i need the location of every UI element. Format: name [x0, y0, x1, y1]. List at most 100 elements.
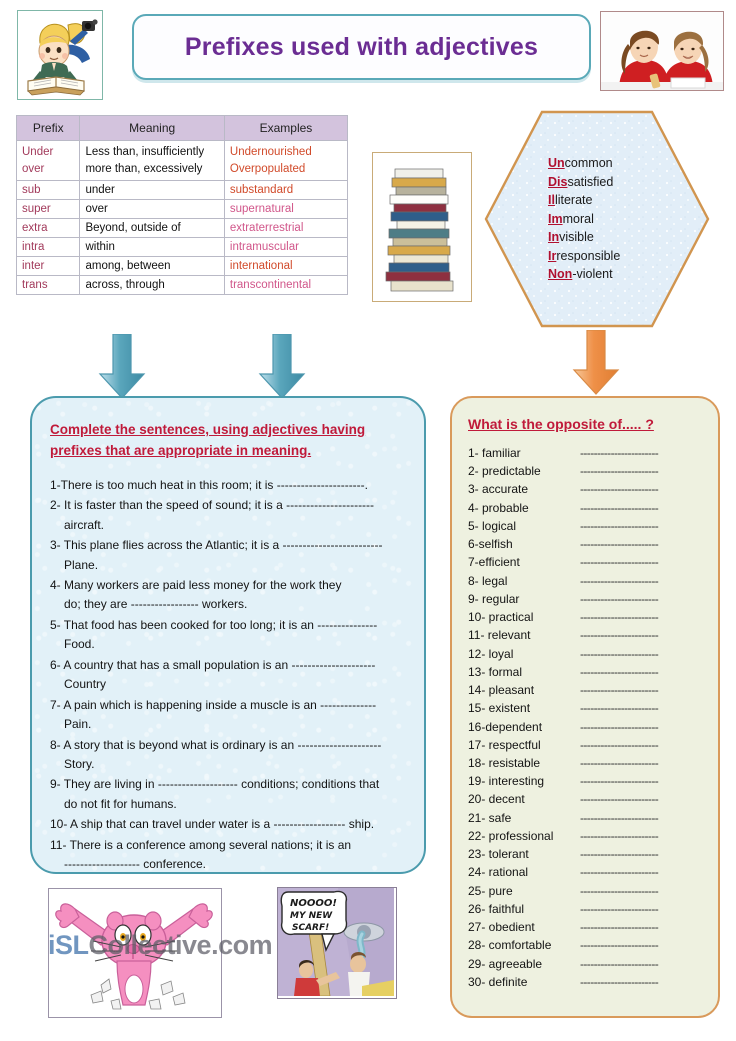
answer-blank[interactable]: ----------------------- — [580, 480, 659, 498]
answer-blank[interactable]: ----------------------- — [580, 754, 659, 772]
page-title-box: Prefixes used with adjectives — [132, 14, 591, 80]
column-header-prefix: Prefix — [15, 115, 81, 141]
page-title: Prefixes used with adjectives — [184, 32, 539, 61]
list-item: 19- interesting ----------------------- — [468, 772, 706, 790]
list-item: 20- decent ----------------------- — [468, 790, 706, 808]
table-header-row: Prefix Meaning Examples — [15, 115, 349, 141]
answer-blank[interactable]: ----------------------- — [580, 936, 659, 954]
answer-blank[interactable]: ----------------------- — [580, 517, 659, 535]
table-row: super over supernatural — [15, 199, 349, 220]
answer-blank[interactable]: ----------------------- — [580, 718, 659, 736]
girl-reading-image-frame — [17, 10, 103, 100]
list-item: 2- predictable ----------------------- — [468, 462, 706, 480]
svg-text:SCARF!: SCARF! — [292, 923, 329, 933]
opposites-panel: What is the opposite of..... ? 1- famili… — [450, 396, 720, 1018]
answer-blank[interactable]: ----------------------- — [580, 499, 659, 517]
answer-blank[interactable]: ----------------------- — [580, 900, 659, 918]
answer-blank[interactable]: ----------------------- — [580, 973, 659, 991]
column-header-examples: Examples — [223, 115, 349, 141]
answer-blank[interactable]: ----------------------- — [580, 790, 659, 808]
list-item: 26- faithful ----------------------- — [468, 900, 706, 918]
complete-sentences-panel: Complete the sentences, using adjectives… — [30, 396, 426, 874]
cell-example: international — [223, 256, 349, 277]
pink-panther-image-frame — [48, 888, 222, 1018]
two-girls-studying-photo — [601, 12, 723, 90]
svg-text:NOOOO!: NOOOO! — [290, 898, 337, 909]
cell-meaning: within — [79, 237, 225, 258]
page-header: Prefixes used with adjectives — [0, 0, 736, 100]
stack-of-books-icon — [373, 153, 469, 299]
list-item: 13- formal ----------------------- — [468, 663, 706, 681]
list-item: 12- loyal ----------------------- — [468, 645, 706, 663]
list-item: 3- This plane flies across the Atlantic;… — [50, 538, 383, 572]
answer-blank[interactable]: ----------------------- — [580, 863, 659, 881]
list-item: 30- definite ----------------------- — [468, 973, 706, 991]
list-item: Irresponsible — [548, 248, 621, 263]
answer-blank[interactable]: ----------------------- — [580, 809, 659, 827]
cell-prefix: trans — [15, 275, 81, 296]
list-item: 4- Many workers are paid less money for … — [50, 578, 342, 612]
blue-down-arrow-icon — [258, 334, 306, 399]
answer-blank[interactable]: ----------------------- — [580, 845, 659, 863]
answer-blank[interactable]: ----------------------- — [580, 736, 659, 754]
table-row: inter among, between international — [15, 256, 349, 277]
table-row: intra within intramuscular — [15, 237, 349, 258]
cell-example: extraterrestrial — [223, 218, 349, 239]
list-item: 4- probable ----------------------- — [468, 499, 706, 517]
cell-prefix: Under over — [15, 139, 81, 182]
cell-prefix: super — [15, 199, 81, 220]
answer-blank[interactable]: ----------------------- — [580, 827, 659, 845]
list-item: 3- accurate ----------------------- — [468, 480, 706, 498]
opposites-heading: What is the opposite of..... ? — [468, 416, 654, 432]
answer-blank[interactable]: ----------------------- — [580, 882, 659, 900]
table-row: extra Beyond, outside of extraterrestria… — [15, 218, 349, 239]
answer-blank[interactable]: ----------------------- — [580, 444, 659, 462]
table-row: Under over Less than, insufficiently mor… — [15, 139, 349, 182]
list-item: 25- pure ----------------------- — [468, 882, 706, 900]
list-item: 9- regular ----------------------- — [468, 590, 706, 608]
answer-blank[interactable]: ----------------------- — [580, 663, 659, 681]
list-item: 11- There is a conference among several … — [50, 837, 352, 872]
list-item: 7- A pain which is happening inside a mu… — [50, 697, 377, 732]
answer-blank[interactable]: ----------------------- — [580, 553, 659, 571]
answer-blank[interactable]: ----------------------- — [580, 918, 659, 936]
prefix-table-container: Prefix Meaning Examples Under over Less … — [15, 115, 349, 296]
list-item: 9- They are living in ------------------… — [50, 777, 380, 811]
list-item: 22- professional ----------------------- — [468, 827, 706, 845]
cell-meaning: across, through — [79, 275, 225, 296]
cell-example: Undernourished Overpopulated — [223, 139, 349, 182]
cell-prefix: intra — [15, 237, 81, 258]
noooo-my-new-scarf-cartoon-icon: NOOOO! MY NEW SCARF! — [278, 888, 394, 997]
column-header-meaning: Meaning — [79, 115, 225, 141]
list-item: 6- A country that has a small population… — [50, 657, 376, 692]
cell-example: supernatural — [223, 199, 349, 220]
list-item: 17- respectful ----------------------- — [468, 736, 706, 754]
answer-blank[interactable]: ----------------------- — [580, 572, 659, 590]
table-row: sub under substandard — [15, 180, 349, 201]
answer-blank[interactable]: ----------------------- — [580, 590, 659, 608]
list-item: 15- existent ----------------------- — [468, 699, 706, 717]
cell-prefix: inter — [15, 256, 81, 277]
answer-blank[interactable]: ----------------------- — [580, 955, 659, 973]
answer-blank[interactable]: ----------------------- — [580, 608, 659, 626]
answer-blank[interactable]: ----------------------- — [580, 699, 659, 717]
answer-blank[interactable]: ----------------------- — [580, 681, 659, 699]
cell-prefix: sub — [15, 180, 81, 201]
list-item: Uncommon — [548, 156, 613, 171]
answer-blank[interactable]: ----------------------- — [580, 626, 659, 644]
blue-down-arrow-icon — [98, 334, 146, 399]
cell-example: substandard — [223, 180, 349, 201]
pink-panther-cartoon-icon — [49, 889, 219, 1015]
prefix-table: Prefix Meaning Examples Under over Less … — [15, 115, 349, 296]
list-item: 28- comfortable ----------------------- — [468, 936, 706, 954]
answer-blank[interactable]: ----------------------- — [580, 462, 659, 480]
list-item: 8- A story that is beyond what is ordina… — [50, 737, 382, 771]
scarf-comic-image-frame: NOOOO! MY NEW SCARF! — [277, 887, 397, 999]
answer-blank[interactable]: ----------------------- — [580, 772, 659, 790]
list-item: 1- familiar ----------------------- — [468, 444, 706, 462]
answer-blank[interactable]: ----------------------- — [580, 645, 659, 663]
answer-blank[interactable]: ----------------------- — [580, 535, 659, 553]
list-item: 7-efficient ----------------------- — [468, 553, 706, 571]
cell-meaning: under — [79, 180, 225, 201]
list-item: 5- logical ----------------------- — [468, 517, 706, 535]
